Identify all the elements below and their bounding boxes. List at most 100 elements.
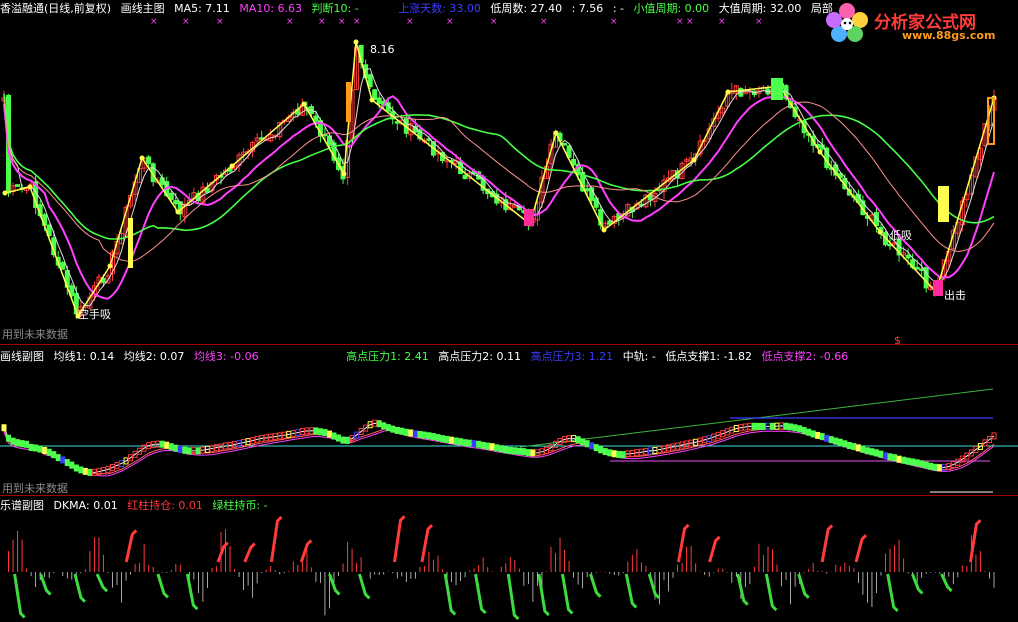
sub1-indicator-name[interactable]: 画线副图: [0, 350, 44, 363]
cross-marker-0: ×: [150, 17, 158, 27]
zigzag-point-5: [175, 209, 181, 215]
magenta-signal-block-2: [933, 280, 943, 296]
sub1-block: [408, 429, 414, 437]
separator-main[interactable]: [0, 344, 1018, 345]
green-score-stroke: [764, 573, 778, 612]
zigzag-point-1: [27, 184, 33, 190]
sub1-block: [376, 420, 382, 428]
sub1-block: [846, 441, 852, 449]
plain-value: : 7.56: [571, 2, 604, 15]
cross-marker-8: ×: [446, 17, 454, 27]
zigzag-point-0: [2, 190, 8, 196]
dollar-marker: $: [894, 334, 901, 347]
sub1-block: [412, 430, 418, 438]
sub1-block: [394, 426, 400, 434]
cross-marker-13: ×: [686, 17, 694, 27]
zigzag-point-12: [553, 130, 559, 136]
sub1-block: [828, 436, 834, 444]
zigzag-point-9: [353, 39, 359, 45]
sub1-block: [73, 464, 79, 472]
candle-body: [367, 74, 373, 88]
sub1-block: [195, 447, 201, 455]
sub1-block: [60, 456, 66, 464]
orange-signal-bar: [346, 82, 351, 122]
sub1-block: [923, 461, 929, 469]
sub1-block: [607, 449, 613, 457]
sub1-block: [385, 424, 391, 432]
sub1-magenta-line: [3, 429, 995, 477]
separator-sub1[interactable]: [0, 495, 1018, 496]
sub1-block: [42, 447, 48, 455]
sub1-block: [331, 432, 337, 440]
sub1-block: [751, 422, 757, 430]
sub1-block: [313, 427, 319, 435]
sub1-block: [37, 445, 43, 453]
chart-canvas[interactable]: × × × × × × × × × × × × × × × ×: [0, 0, 1018, 622]
candle-body: [173, 200, 179, 205]
sub1-block: [467, 439, 473, 447]
sub1-block: [760, 422, 766, 430]
sub1-block: [602, 448, 608, 456]
small-cycle-value: 小值周期: 0.00: [633, 2, 710, 15]
sub1-block: [512, 447, 518, 455]
low-support2-value: 低点支撑2: -0.66: [761, 350, 849, 363]
high-pressure2-value: 高点压力2: 0.11: [438, 350, 521, 363]
green-score-stroke: [95, 573, 109, 593]
candle-body: [584, 188, 590, 192]
sub1-block: [792, 424, 798, 432]
sub1-block: [589, 442, 595, 450]
cross-marker-14: ×: [718, 17, 726, 27]
main-indicator-name[interactable]: 画线主图: [121, 2, 165, 15]
sub1-block: [914, 459, 920, 467]
sub1-block: [494, 444, 500, 452]
green-score-stroke: [797, 573, 810, 599]
sub1-block: [173, 444, 179, 452]
red-score-stroke: [708, 535, 721, 563]
sub1-block: [503, 446, 509, 454]
red-score-stroke: [299, 539, 313, 563]
sub1-block: [901, 456, 907, 464]
sub1-block: [164, 441, 170, 449]
sub1-block: [910, 458, 916, 466]
drawline-subpanel: [0, 388, 1018, 493]
candle-body: [824, 147, 830, 169]
green-big-candle: [771, 78, 783, 100]
sub1-block: [33, 444, 39, 452]
red-score-stroke: [269, 515, 283, 563]
sub1-block: [815, 431, 821, 439]
green-score-stroke: [357, 573, 371, 600]
sub1-block: [453, 437, 459, 445]
zigzag-point-4: [139, 155, 145, 161]
buy-signal-label: 空手吸: [78, 308, 111, 321]
sub1-block: [168, 443, 174, 451]
sub1-block: [616, 450, 622, 458]
sub1-block: [584, 440, 590, 448]
cross-marker-1: ×: [182, 17, 190, 27]
judge-value: 判断10: -: [311, 2, 359, 15]
sub1-block: [444, 435, 450, 443]
cross-marker-12: ×: [676, 17, 684, 27]
green-score-stroke: [560, 573, 574, 615]
sub1-block: [905, 457, 911, 465]
sub1-block: [340, 436, 346, 444]
green-score-stroke: [537, 573, 550, 617]
sub1-block: [489, 443, 495, 451]
sub1-block: [525, 449, 531, 457]
sub1-block: [896, 455, 902, 463]
sub1-block: [833, 437, 839, 445]
cross-marker-2: ×: [216, 17, 224, 27]
candle-body: [462, 174, 468, 180]
green-score-stroke: [185, 573, 199, 611]
sub1-block: [819, 433, 825, 441]
sub1-block: [530, 449, 536, 457]
sub1-block: [449, 436, 455, 444]
sub1-block: [1, 424, 7, 432]
green-hold-value: 绿柱持币: -: [212, 499, 268, 512]
red-score-stroke: [243, 542, 256, 563]
green-score-stroke: [624, 573, 638, 609]
sub1-block: [824, 434, 830, 442]
sub2-indicator-name[interactable]: 乐谱副图: [0, 499, 44, 512]
main-header: 香溢融通(日线,前复权) 画线主图 MA5: 7.11 MA10: 6.63 判…: [0, 1, 839, 17]
sub1-block: [421, 431, 427, 439]
site-logo: 分析家公式网 www.88gs.com: [824, 2, 1010, 42]
